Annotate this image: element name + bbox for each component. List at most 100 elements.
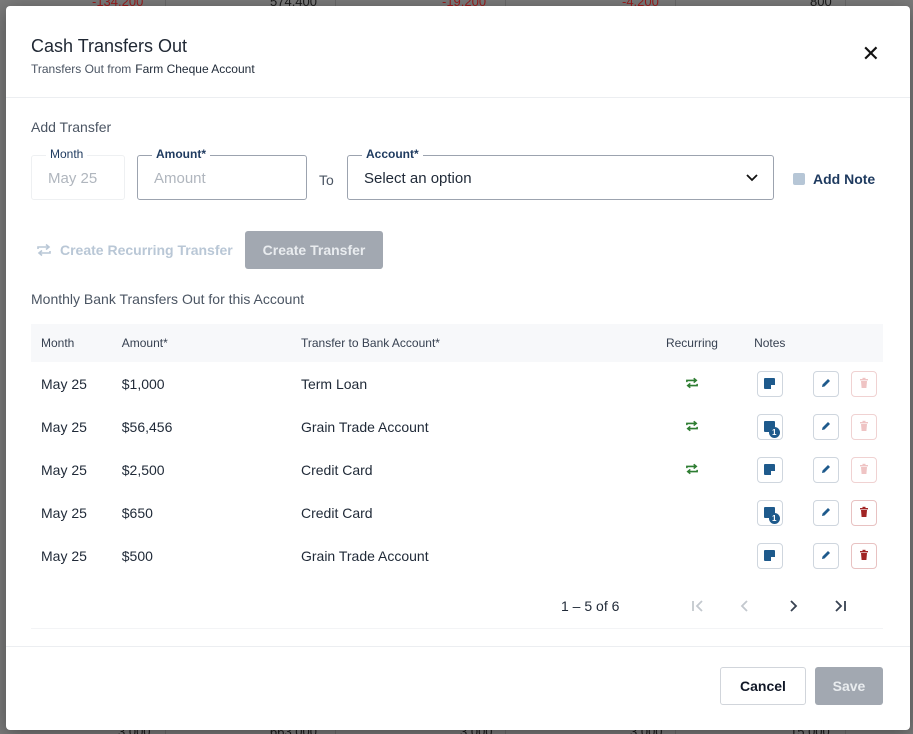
header-notes: Notes [754,336,786,350]
create-transfer-button[interactable]: Create Transfer [245,231,383,269]
row-month: May 25 [41,504,87,521]
recurring-icon [685,376,699,392]
month-field-label: Month [46,147,88,161]
table-row: May 25 $1,000 Term Loan [31,362,883,405]
notes-button[interactable]: 1 [756,413,783,440]
notes-button[interactable] [756,370,783,397]
row-amount: $2,500 [121,461,165,478]
row-notes [733,456,806,483]
header-month: Month [41,336,75,350]
add-note-label: Add Note [813,171,876,187]
amount-field-label: Amount* [152,147,210,161]
previous-page-icon[interactable] [735,596,755,616]
cancel-button[interactable]: Cancel [720,667,806,705]
recurring-icon [37,243,51,257]
row-amount: $650 [121,504,153,521]
note-icon [764,550,776,561]
row-notes: 1 [733,413,806,440]
note-icon [764,378,776,389]
row-delete [846,413,883,440]
edit-button[interactable] [812,542,839,569]
trash-icon [858,419,870,435]
trash-icon [858,505,870,521]
amount-field[interactable]: Amount* Amount [137,147,307,200]
table-section-label: Monthly Bank Transfers Out for this Acco… [31,291,305,307]
cash-transfers-out-dialog: Cash Transfers Out Transfers Out from Far… [6,6,910,730]
row-edit [806,456,845,483]
to-label: To [319,172,334,188]
edit-button[interactable] [812,499,839,526]
chevron-down-icon [746,174,758,182]
notes-button[interactable] [756,542,783,569]
account-select[interactable]: Account* Select an option [347,147,774,200]
paginator: 1 – 5 of 6 [31,584,883,629]
row-notes: 1 [733,499,806,526]
delete-button[interactable] [851,413,878,440]
dialog-subtitle: Transfers Out from Farm Cheque Account [31,62,885,76]
row-delete [846,542,883,569]
create-recurring-transfer-button[interactable]: Create Recurring Transfer [36,242,233,258]
row-account: Grain Trade Account [300,418,429,435]
table-header: Month Amount* Transfer to Bank Account* … [31,324,883,362]
row-recurring [651,376,734,392]
pencil-icon [820,548,832,564]
month-field-value: May 25 [48,170,98,187]
note-icon [764,464,776,475]
header-account: Transfer to Bank Account* [300,336,440,350]
edit-button[interactable] [812,456,839,483]
next-page-icon[interactable] [783,596,803,616]
delete-button[interactable] [851,370,878,397]
subtitle-prefix: Transfers Out from [31,62,132,76]
pencil-icon [820,462,832,478]
row-month: May 25 [41,418,87,435]
bg-row-bottom: 3.000 663.000 3.000 3.000 15.000 [0,724,913,734]
edit-button[interactable] [812,370,839,397]
row-delete [846,456,883,483]
pencil-icon [820,505,832,521]
delete-button[interactable] [851,499,878,526]
subtitle-account: Farm Cheque Account [135,62,255,76]
table-row: May 25 $56,456 Grain Trade Account 1 [31,405,883,448]
row-amount: $500 [121,547,153,564]
row-edit [806,370,845,397]
edit-button[interactable] [812,413,839,440]
row-month: May 25 [41,547,87,564]
row-edit [806,499,845,526]
notes-button[interactable]: 1 [756,499,783,526]
note-icon [793,173,805,185]
add-transfer-label: Add Transfer [31,119,112,135]
recurring-icon [685,462,699,478]
row-recurring [651,462,734,478]
row-notes [733,542,806,569]
dialog-footer: Cancel Save [6,646,910,730]
recurring-icon [685,419,699,435]
table-row: May 25 $650 Credit Card 1 [31,491,883,534]
last-page-icon[interactable] [830,596,850,616]
add-note-button[interactable]: Add Note [793,171,875,187]
row-edit [806,413,845,440]
dialog-header: Cash Transfers Out Transfers Out from Far… [6,6,910,98]
close-icon[interactable]: ✕ [862,43,880,65]
table-row: May 25 $2,500 Credit Card [31,448,883,491]
trash-icon [858,548,870,564]
save-button[interactable]: Save [815,667,883,705]
delete-button[interactable] [851,456,878,483]
account-select-label: Account* [362,147,423,161]
first-page-icon[interactable] [688,596,708,616]
amount-placeholder: Amount [154,170,206,187]
notes-button[interactable] [756,456,783,483]
page-range: 1 – 5 of 6 [561,598,620,614]
row-amount: $56,456 [121,418,173,435]
delete-button[interactable] [851,542,878,569]
account-select-value: Select an option [364,170,472,187]
row-edit [806,542,845,569]
transfers-table: Month Amount* Transfer to Bank Account* … [31,324,883,577]
row-delete [846,370,883,397]
row-recurring [651,419,734,435]
table-row: May 25 $500 Grain Trade Account [31,534,883,577]
row-notes [733,370,806,397]
trash-icon [858,462,870,478]
row-delete [846,499,883,526]
row-month: May 25 [41,461,87,478]
header-amount: Amount* [121,336,168,350]
